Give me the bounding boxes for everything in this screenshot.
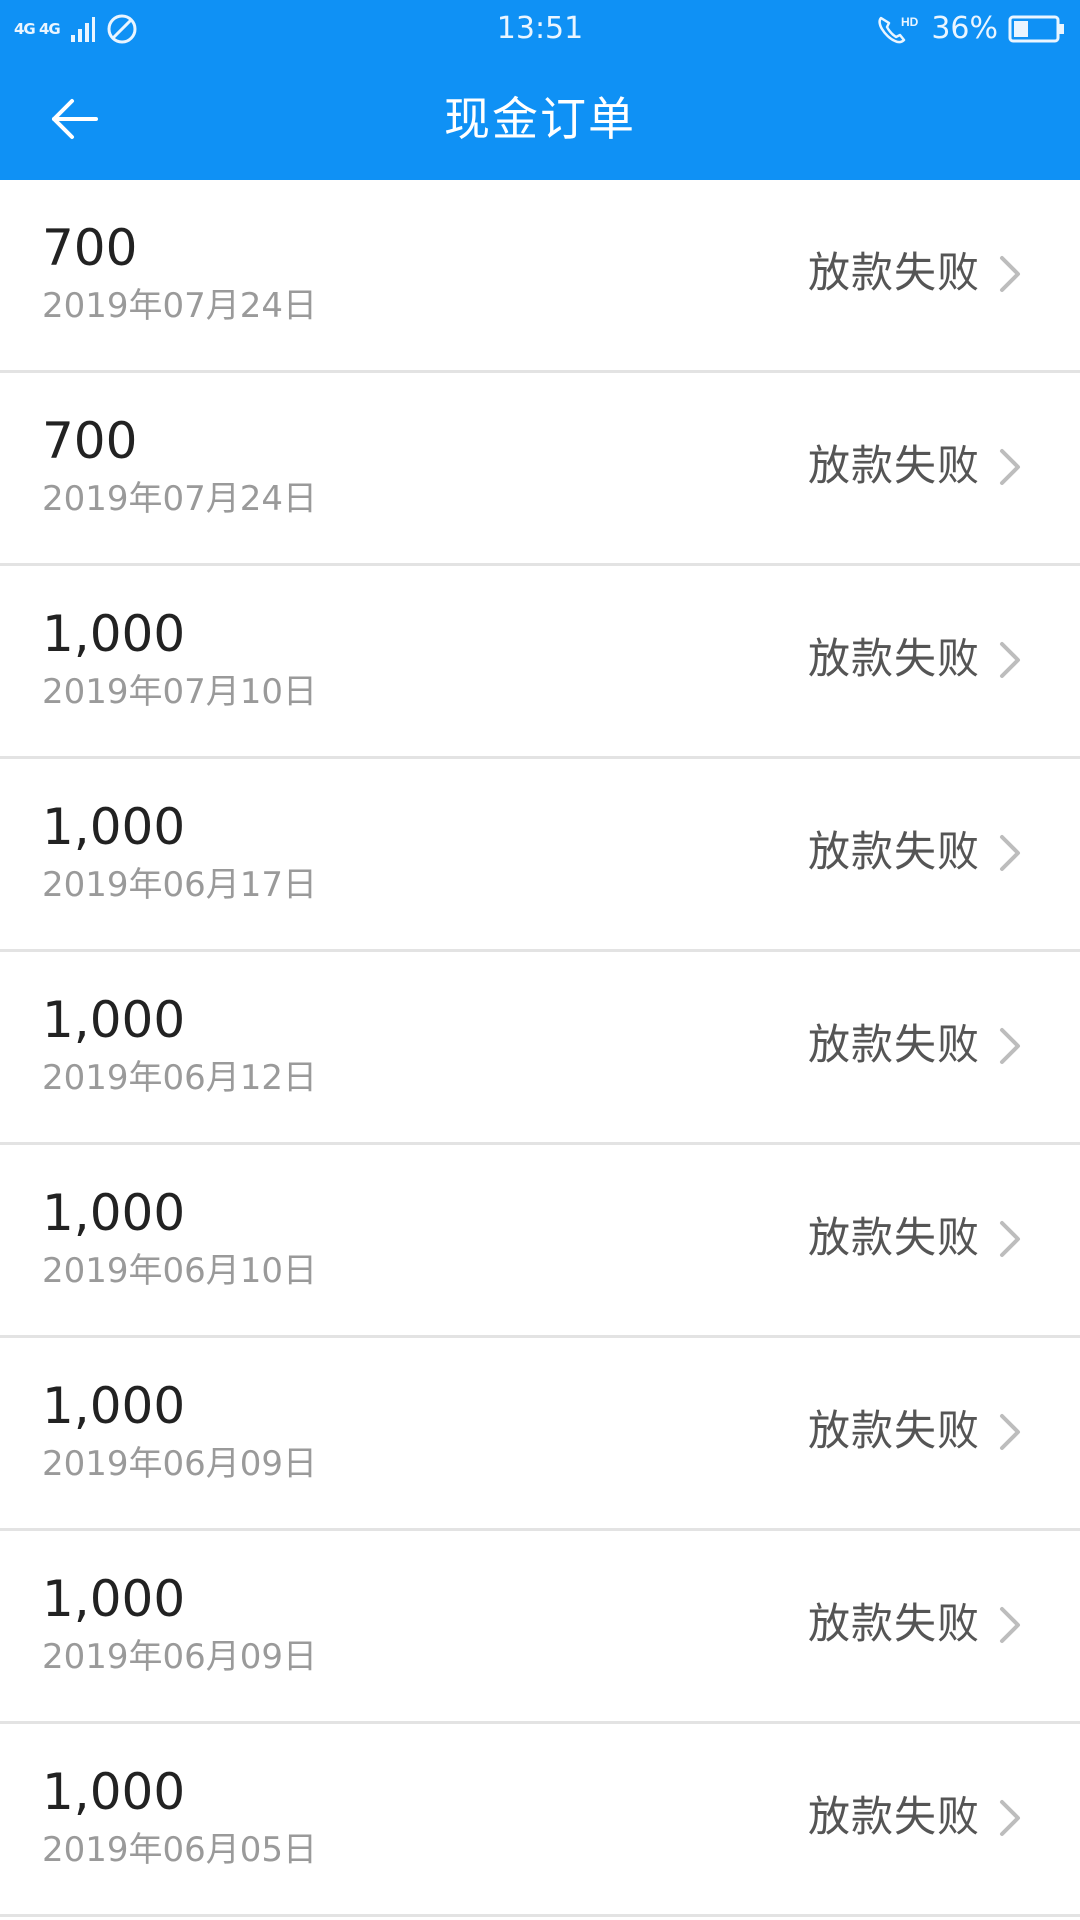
order-row[interactable]: 1,000 2019年06月09日 放款失败 [0, 1338, 1080, 1531]
order-row[interactable]: 700 2019年07月24日 放款失败 [0, 180, 1080, 373]
order-status: 放款失败 [807, 1792, 980, 1841]
order-amount: 1,000 [42, 1184, 186, 1242]
status-right-group: HD 36% [875, 8, 1066, 50]
order-date: 2019年06月09日 [42, 1444, 318, 1484]
chevron-right-icon [1000, 642, 1020, 678]
order-status: 放款失败 [807, 248, 980, 297]
order-status: 放款失败 [807, 1599, 980, 1648]
page-title: 现金订单 [444, 92, 636, 146]
order-date: 2019年07月24日 [42, 479, 318, 519]
chevron-right-icon [1000, 1414, 1020, 1450]
order-status: 放款失败 [807, 1020, 980, 1069]
order-date: 2019年07月24日 [42, 286, 318, 326]
order-row[interactable]: 1,000 2019年06月12日 放款失败 [0, 952, 1080, 1145]
chevron-right-icon [1000, 1221, 1020, 1257]
order-status: 放款失败 [807, 1406, 980, 1455]
svg-text:HD: HD [901, 15, 919, 29]
order-row[interactable]: 1,000 2019年07月10日 放款失败 [0, 566, 1080, 759]
order-date: 2019年06月10日 [42, 1251, 318, 1291]
order-amount: 1,000 [42, 1763, 186, 1821]
chevron-right-icon [1000, 1607, 1020, 1643]
order-amount: 1,000 [42, 798, 186, 856]
order-date: 2019年06月12日 [42, 1058, 318, 1098]
order-amount: 1,000 [42, 1377, 186, 1435]
order-date: 2019年06月17日 [42, 865, 318, 905]
order-status: 放款失败 [807, 441, 980, 490]
battery-icon [1008, 15, 1064, 43]
chevron-right-icon [1000, 449, 1020, 485]
hd-call-icon: HD [878, 15, 919, 44]
order-row[interactable]: 1,000 2019年06月17日 放款失败 [0, 759, 1080, 952]
order-status: 放款失败 [807, 634, 980, 683]
order-amount: 1,000 [42, 605, 186, 663]
chevron-right-icon [1000, 256, 1020, 292]
order-row[interactable]: 1,000 2019年06月10日 放款失败 [0, 1145, 1080, 1338]
order-amount: 1,000 [42, 1570, 186, 1628]
chevron-right-icon [1000, 1800, 1020, 1836]
order-amount: 700 [42, 219, 138, 277]
order-status: 放款失败 [807, 827, 980, 876]
order-list: 700 2019年07月24日 放款失败 700 2019年07月24日 放款失… [0, 180, 1080, 1917]
order-row[interactable]: 1,000 2019年06月05日 放款失败 [0, 1724, 1080, 1917]
status-bar: 4G 4G 13:51 HD 36% [0, 0, 1080, 58]
app-bar: 现金订单 [0, 58, 1080, 180]
order-date: 2019年06月09日 [42, 1637, 318, 1677]
battery-percent: 36% [931, 11, 998, 46]
chevron-right-icon [1000, 1028, 1020, 1064]
order-status: 放款失败 [807, 1213, 980, 1262]
order-date: 2019年07月10日 [42, 672, 318, 712]
chevron-right-icon [1000, 835, 1020, 871]
order-amount: 700 [42, 412, 138, 470]
order-amount: 1,000 [42, 991, 186, 1049]
order-row[interactable]: 700 2019年07月24日 放款失败 [0, 373, 1080, 566]
order-row[interactable]: 1,000 2019年06月09日 放款失败 [0, 1531, 1080, 1724]
order-date: 2019年06月05日 [42, 1830, 318, 1870]
